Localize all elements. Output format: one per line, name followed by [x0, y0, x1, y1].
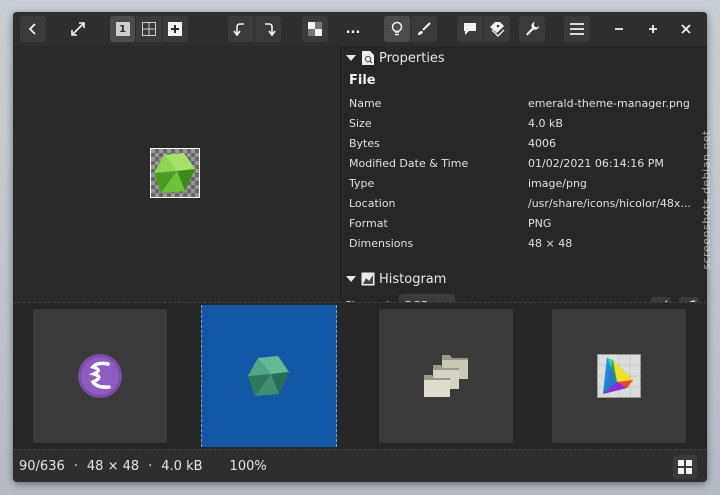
panel-group: [384, 16, 437, 42]
properties-panel: Properties File Name emerald-theme-manage…: [340, 46, 707, 317]
property-key: Format: [349, 217, 388, 230]
view-grid-button[interactable]: [135, 16, 161, 42]
emacs-icon: [78, 354, 122, 398]
view-mode-group: 1: [110, 16, 188, 42]
view-single-button[interactable]: 1: [110, 16, 136, 42]
edit-button[interactable]: [410, 16, 437, 42]
property-row: Name emerald-theme-manager.png: [349, 97, 704, 117]
histogram-icon: [361, 272, 375, 286]
checkerboard-icon: [308, 22, 322, 36]
property-row: Format PNG: [349, 217, 704, 237]
property-value: image/png: [528, 177, 587, 190]
gallery-toggle-button[interactable]: [673, 455, 697, 479]
annotation-group: [457, 16, 510, 42]
chevron-left-icon: [28, 23, 36, 35]
property-key: Location: [349, 197, 396, 210]
property-value: 48 × 48: [528, 237, 573, 250]
add-button[interactable]: [161, 16, 188, 42]
maximize-button[interactable]: [640, 16, 666, 42]
rotate-right-icon: [265, 23, 276, 37]
expand-icon: [71, 22, 85, 36]
watermark: screenshots.debian.net: [700, 130, 713, 270]
position-counter: 90/636: [19, 459, 65, 474]
status-bar: 90/636 · 48 × 48 · 4.0 kB 100%: [13, 449, 707, 482]
menu-button[interactable]: [564, 16, 590, 42]
property-row: Type image/png: [349, 177, 704, 197]
hamburger-icon: [570, 23, 584, 35]
property-key: Modified Date & Time: [349, 157, 469, 170]
single-view-icon: 1: [115, 22, 130, 36]
grid-icon: [678, 460, 692, 474]
rotate-left-button[interactable]: [228, 16, 254, 42]
thumbnail-selected[interactable]: [201, 305, 337, 447]
tag-icon: [490, 22, 505, 37]
histogram-title: Histogram: [379, 271, 447, 287]
folders-icon: [424, 355, 468, 397]
property-value: 4006: [528, 137, 556, 150]
main-image: [150, 148, 200, 198]
emerald-icon: [248, 356, 289, 396]
document-search-icon: [362, 51, 374, 65]
property-row: Dimensions 48 × 48: [349, 237, 704, 257]
color-gamut-icon: [597, 354, 641, 398]
speech-bubble-icon: [464, 23, 476, 35]
property-value: 01/02/2021 06:14:16 PM: [528, 157, 664, 170]
comments-button[interactable]: [457, 16, 483, 42]
thumbnail-strip: [13, 302, 707, 449]
emerald-icon: [151, 149, 199, 197]
property-key: Type: [349, 177, 375, 190]
property-row: Size 4.0 kB: [349, 117, 704, 137]
grid-view-icon: [141, 22, 156, 36]
properties-section-header[interactable]: Properties: [344, 47, 445, 69]
property-key: Bytes: [349, 137, 380, 150]
property-row: Modified Date & Time 01/02/2021 06:14:16 …: [349, 157, 704, 177]
back-button[interactable]: [20, 16, 46, 42]
properties-title: Properties: [379, 50, 445, 66]
zoom-level: 100%: [229, 459, 267, 474]
lightbulb-icon: [391, 21, 403, 36]
image-dimensions: 48 × 48: [86, 459, 140, 474]
close-button[interactable]: [673, 16, 699, 42]
property-value: emerald-theme-manager.png: [528, 97, 690, 110]
property-value: PNG: [528, 217, 552, 230]
property-key: Dimensions: [349, 237, 414, 250]
rotate-right-button[interactable]: [254, 16, 281, 42]
property-key: Name: [349, 97, 382, 110]
toolbar: 1 ...: [13, 12, 707, 47]
app-window: 1 ... Properties File Name emerald-theme…: [13, 12, 707, 482]
brush-icon: [418, 22, 431, 35]
file-group-title: File: [349, 73, 376, 88]
thumbnail[interactable]: [379, 309, 513, 443]
maximize-icon: [649, 25, 657, 33]
property-row: Bytes 4006: [349, 137, 704, 157]
image-viewer[interactable]: [13, 46, 340, 302]
histogram-section-header[interactable]: Histogram: [344, 268, 446, 290]
file-size: 4.0 kB: [161, 459, 203, 474]
property-value: 4.0 kB: [528, 117, 563, 130]
expand-triangle-icon: [346, 55, 356, 61]
more-button[interactable]: ...: [340, 16, 366, 42]
minimize-button[interactable]: [606, 16, 632, 42]
close-icon: [681, 24, 691, 34]
rotate-left-icon: [233, 23, 244, 37]
separator: ·: [73, 459, 78, 474]
property-key: Size: [349, 117, 372, 130]
expand-triangle-icon: [346, 276, 356, 282]
minimize-icon: [615, 28, 623, 30]
plus-box-icon: [168, 22, 183, 36]
rotate-group: [228, 16, 281, 42]
tools-button[interactable]: [519, 16, 545, 42]
fullscreen-button[interactable]: [65, 16, 91, 42]
property-value: /usr/share/icons/hicolor/48x...: [528, 197, 691, 210]
thumbnail[interactable]: [33, 309, 167, 443]
properties-toggle-button[interactable]: [384, 16, 410, 42]
thumbnail[interactable]: [552, 309, 686, 443]
transparency-button[interactable]: [302, 16, 328, 42]
tags-button[interactable]: [483, 16, 510, 42]
property-row: Location/usr/share/icons/hicolor/48x...: [349, 197, 704, 217]
separator: ·: [148, 459, 153, 474]
wrench-icon: [526, 22, 539, 36]
